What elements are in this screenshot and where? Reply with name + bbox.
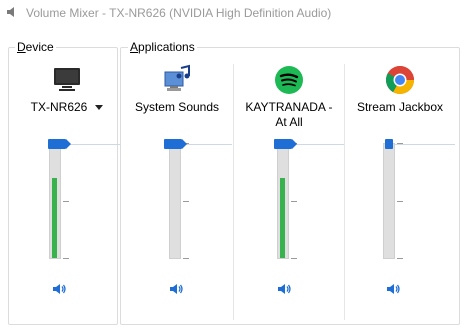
spotify-peak-meter bbox=[280, 178, 285, 258]
app-name-chrome: Stream Jackbox bbox=[356, 100, 444, 114]
device-volume-track[interactable] bbox=[49, 143, 61, 259]
chrome-volume-slider[interactable] bbox=[385, 139, 393, 149]
applications-label: Applications bbox=[128, 40, 197, 54]
device-volume-slider[interactable] bbox=[48, 139, 71, 149]
app-column-system-sounds: System Sounds bbox=[122, 64, 232, 304]
spotify-volume-slider[interactable] bbox=[274, 139, 297, 149]
app-name-spotify: KAYTRANADA - At All bbox=[245, 100, 333, 129]
mute-speaker-icon[interactable] bbox=[385, 281, 401, 297]
chrome-volume-track[interactable] bbox=[383, 143, 395, 259]
device-column: TX-NR626 bbox=[12, 64, 122, 304]
chrome-icon bbox=[386, 66, 414, 94]
app-column-chrome: Stream Jackbox bbox=[345, 64, 455, 304]
window-title: Volume Mixer - TX-NR626 (NVIDIA High Def… bbox=[26, 6, 332, 20]
monitor-icon bbox=[54, 68, 80, 91]
mute-speaker-icon[interactable] bbox=[276, 281, 292, 297]
device-peak-meter bbox=[52, 178, 57, 258]
volume-ticks bbox=[63, 143, 69, 259]
device-name: TX-NR626 bbox=[30, 100, 88, 114]
spotify-icon bbox=[275, 66, 303, 94]
system-sounds-volume-slider[interactable] bbox=[164, 139, 187, 149]
volume-ticks bbox=[183, 143, 189, 259]
title-bar: Volume Mixer - TX-NR626 (NVIDIA High Def… bbox=[0, 0, 466, 26]
mute-speaker-icon[interactable] bbox=[168, 281, 184, 297]
mute-speaker-icon[interactable] bbox=[51, 281, 67, 297]
volume-ticks bbox=[397, 143, 403, 259]
system-sounds-volume-track[interactable] bbox=[169, 143, 181, 259]
speaker-icon bbox=[7, 7, 14, 17]
device-selector[interactable]: TX-NR626 bbox=[12, 100, 122, 115]
spotify-volume-track[interactable] bbox=[277, 143, 289, 259]
volume-ticks bbox=[291, 143, 297, 259]
app-column-spotify: KAYTRANADA - At All bbox=[234, 64, 344, 304]
system-sounds-icon bbox=[164, 64, 190, 91]
app-name-system-sounds: System Sounds bbox=[134, 100, 220, 114]
device-label: Device bbox=[15, 40, 56, 54]
chevron-down-icon bbox=[95, 105, 104, 111]
